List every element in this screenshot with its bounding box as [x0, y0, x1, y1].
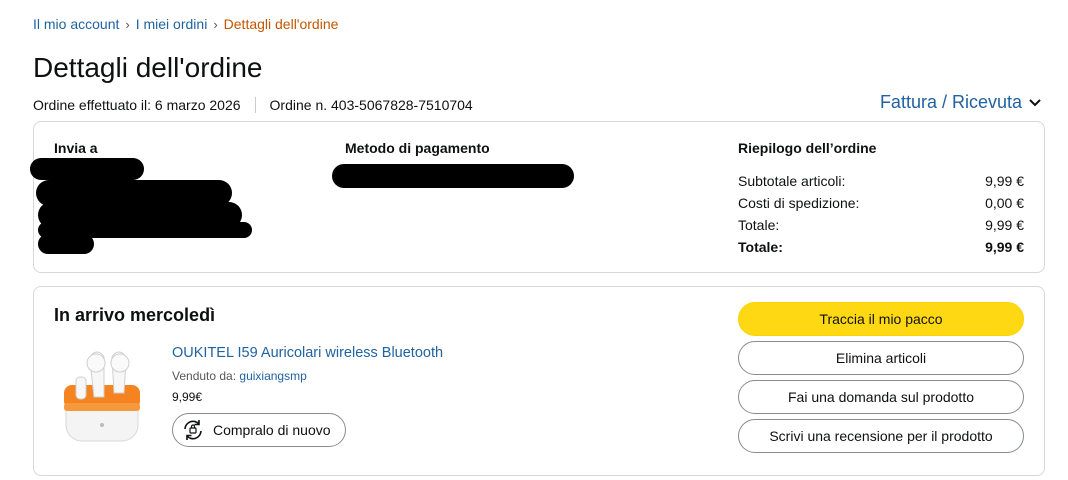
total-value: 9,99 €	[985, 217, 1024, 233]
shipping-row: Costi di spedizione: 0,00 €	[738, 192, 1024, 214]
total-row: Totale: 9,99 €	[738, 214, 1024, 236]
order-number: Ordine n. 403-5067828-7510704	[269, 97, 473, 113]
ask-product-question-button[interactable]: Fai una domanda sul prodotto	[738, 380, 1024, 414]
shipping-value: 0,00 €	[985, 195, 1024, 211]
ship-to-title: Invia a	[54, 140, 98, 156]
breadcrumb-my-orders-link[interactable]: I miei ordini	[136, 16, 208, 32]
product-price: 9,99€	[172, 390, 203, 404]
redacted-address	[38, 234, 94, 254]
meta-divider	[254, 97, 256, 113]
grand-total-label: Totale:	[738, 239, 783, 255]
subtotal-row: Subtotale articoli: 9,99 €	[738, 170, 1024, 192]
total-label: Totale:	[738, 217, 780, 233]
sold-by-label: Venduto da:	[172, 369, 237, 383]
order-summary-card: Invia a Metodo di pagamento Riepilogo de…	[30, 121, 1045, 273]
payment-method-title: Metodo di pagamento	[345, 140, 490, 156]
shipping-label: Costi di spedizione:	[738, 195, 860, 211]
buy-again-cycle-icon	[181, 418, 205, 442]
order-summary-rows: Subtotale articoli: 9,99 € Costi di sped…	[738, 170, 1024, 258]
chevron-down-icon	[1029, 98, 1041, 106]
shipment-card: In arrivo mercoledì OUKITEL I59 Auricola…	[33, 286, 1045, 476]
order-meta: Ordine effettuato il: 6 marzo 2026 Ordin…	[33, 97, 473, 113]
buy-again-label: Compralo di nuovo	[213, 422, 331, 438]
order-summary-title: Riepilogo dell’ordine	[738, 140, 877, 156]
page-title: Dettagli dell'ordine	[33, 52, 263, 83]
delete-items-button[interactable]: Elimina articoli	[738, 341, 1024, 375]
product-image[interactable]	[60, 341, 144, 445]
subtotal-value: 9,99 €	[985, 173, 1024, 189]
product-name-link[interactable]: OUKITEL I59 Auricolari wireless Bluetoot…	[172, 345, 443, 361]
redacted-address	[30, 158, 144, 180]
subtotal-label: Subtotale articoli:	[738, 173, 846, 189]
invoice-link-label: Fattura / Ricevuta	[879, 92, 1022, 112]
breadcrumb: Il mio account › I miei ordini › Dettagl…	[33, 16, 338, 32]
buy-again-button[interactable]: Compralo di nuovo	[172, 413, 346, 447]
grand-total-row: Totale: 9,99 €	[738, 236, 1024, 258]
sold-by: Venduto da: guixiangsmp	[172, 369, 307, 383]
invoice-receipt-link[interactable]: Fattura / Ricevuta	[880, 92, 1042, 113]
breadcrumb-separator: ›	[213, 16, 218, 32]
breadcrumb-current: Dettagli dell'ordine	[223, 16, 339, 32]
order-date: Ordine effettuato il: 6 marzo 2026	[33, 97, 241, 113]
grand-total-value: 9,99 €	[985, 239, 1024, 255]
arrival-title: In arrivo mercoledì	[54, 305, 216, 325]
seller-link[interactable]: guixiangsmp	[239, 369, 306, 383]
redacted-payment	[332, 164, 574, 188]
breadcrumb-my-account-link[interactable]: Il mio account	[33, 16, 119, 32]
track-package-button[interactable]: Traccia il mio pacco	[738, 302, 1024, 336]
breadcrumb-separator: ›	[125, 16, 130, 32]
write-review-button[interactable]: Scrivi una recensione per il prodotto	[738, 419, 1024, 453]
